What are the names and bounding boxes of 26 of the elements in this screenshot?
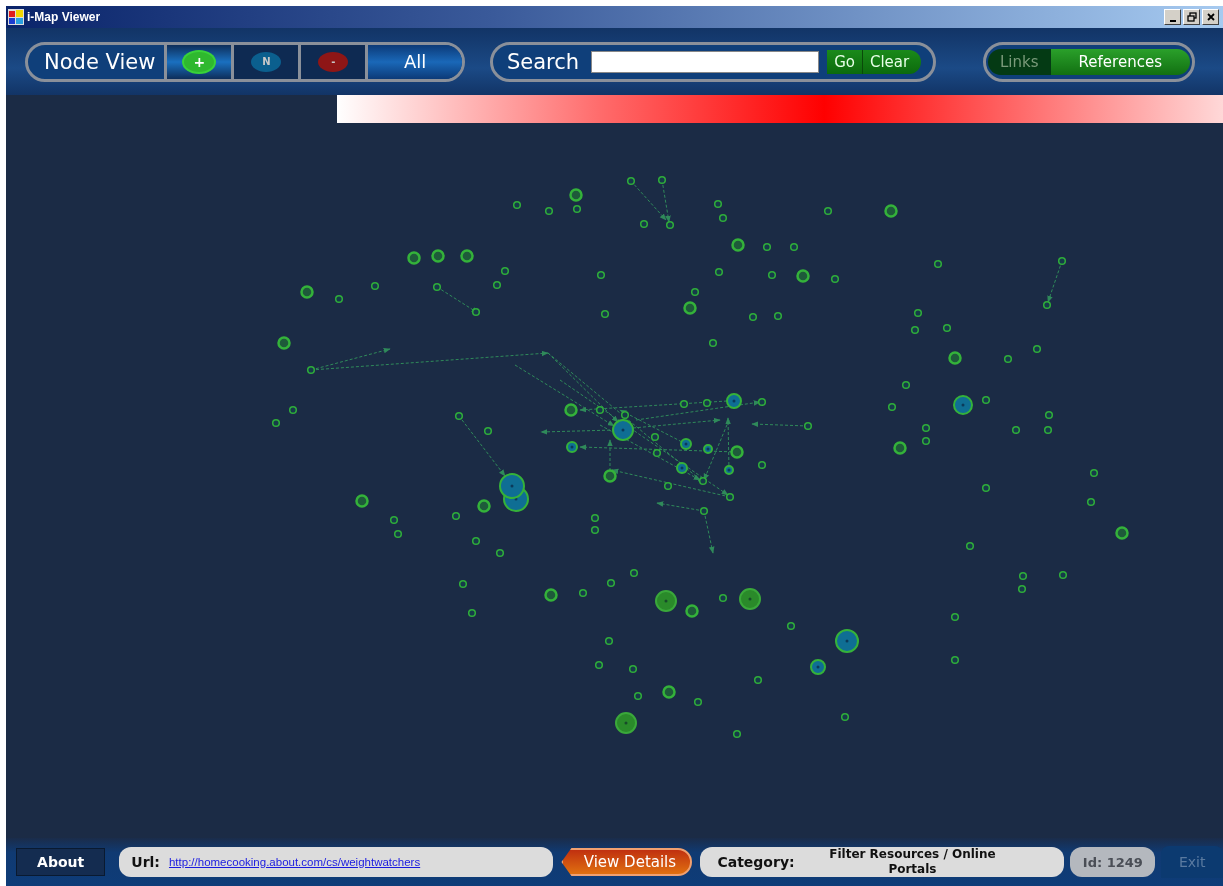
close-button[interactable] — [1202, 9, 1219, 25]
node-filter-button[interactable]: N — [231, 44, 299, 79]
id-panel: Id: 1249 — [1070, 847, 1156, 877]
view-toggle-button[interactable]: References — [1050, 48, 1190, 75]
category-value: Filter Resources / Online Portals — [828, 847, 997, 877]
view-toggle-button[interactable]: Links — [988, 48, 1051, 75]
node-view-label: Node View — [43, 48, 157, 76]
restore-button[interactable] — [1183, 9, 1200, 25]
node-filter-button[interactable]: + — [164, 44, 232, 79]
url-label: Url: — [131, 854, 160, 870]
url-link[interactable]: http://homecooking.about.com/cs/weightwatchers — [168, 856, 421, 868]
minimize-button[interactable] — [1164, 9, 1181, 25]
node-filter-button[interactable]: - — [298, 44, 366, 79]
close-icon — [1205, 12, 1216, 22]
app-icon — [8, 9, 24, 25]
go-button[interactable]: Go — [827, 49, 862, 74]
clear-button[interactable]: Clear — [861, 49, 922, 74]
all-button[interactable]: All — [365, 44, 462, 79]
view-details-button[interactable]: View Details — [561, 848, 693, 876]
search-field[interactable] — [591, 50, 820, 73]
restore-icon — [1186, 12, 1197, 22]
search-label: Search — [506, 49, 581, 74]
about-button[interactable]: About — [16, 848, 106, 876]
category-label: Category: — [717, 854, 795, 870]
window-title: i-Map Viewer — [27, 10, 101, 24]
minimize-icon — [1169, 19, 1176, 22]
